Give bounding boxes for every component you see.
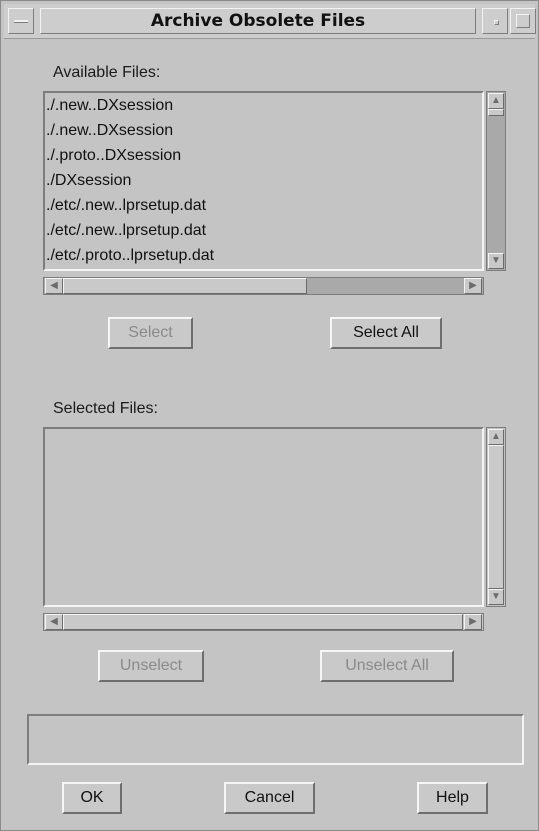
list-item[interactable]: ./etc/.proto..lprsetup.dat (45, 243, 482, 268)
vertical-scroll-thumb[interactable] (488, 109, 504, 116)
horizontal-scroll-thumb[interactable] (63, 278, 307, 294)
selected-horizontal-scrollbar[interactable]: ◀ ▶ (43, 613, 484, 631)
status-message-area (27, 714, 524, 765)
scroll-down-arrow-icon[interactable]: ▼ (488, 589, 504, 605)
selected-files-label: Selected Files: (53, 400, 158, 417)
list-item[interactable]: ./etc/.new..lprsetup.dat (45, 218, 482, 243)
available-vertical-scrollbar[interactable]: ▲ ▼ (486, 91, 506, 271)
selected-vertical-scrollbar[interactable]: ▲ ▼ (486, 427, 506, 607)
list-item[interactable]: ./.new..DXsession (45, 93, 482, 118)
unselect-button[interactable]: Unselect (98, 650, 204, 682)
vertical-scroll-thumb[interactable] (488, 445, 504, 589)
scroll-right-arrow-icon[interactable]: ▶ (464, 614, 482, 630)
window-menu-button[interactable] (8, 8, 34, 34)
window-title: Archive Obsolete Files (40, 8, 476, 34)
list-item[interactable]: ./.new..DXsession (45, 118, 482, 143)
scroll-right-arrow-icon[interactable]: ▶ (464, 278, 482, 294)
select-button[interactable]: Select (108, 317, 193, 349)
selected-files-list[interactable] (43, 427, 484, 607)
select-all-button[interactable]: Select All (330, 317, 442, 349)
horizontal-scroll-thumb[interactable] (63, 614, 463, 630)
scroll-up-arrow-icon[interactable]: ▲ (488, 93, 504, 109)
help-button[interactable]: Help (417, 782, 488, 814)
scroll-left-arrow-icon[interactable]: ◀ (45, 614, 63, 630)
title-bar[interactable]: Archive Obsolete Files (4, 4, 536, 39)
scroll-left-arrow-icon[interactable]: ◀ (45, 278, 63, 294)
available-files-label: Available Files: (53, 64, 161, 81)
available-horizontal-scrollbar[interactable]: ◀ ▶ (43, 277, 484, 295)
scroll-down-arrow-icon[interactable]: ▼ (488, 253, 504, 269)
cancel-button[interactable]: Cancel (224, 782, 315, 814)
maximize-button[interactable] (510, 8, 536, 34)
archive-dialog-window: Archive Obsolete Files Available Files: … (0, 0, 539, 831)
minimize-button[interactable] (482, 8, 508, 34)
list-item[interactable]: ./etc/.new..lprsetup.dat (45, 193, 482, 218)
available-files-list[interactable]: ./.new..DXsession ./.new..DXsession ./.pro… (43, 91, 484, 271)
ok-button[interactable]: OK (62, 782, 122, 814)
list-item[interactable]: ./.proto..DXsession (45, 143, 482, 168)
scroll-up-arrow-icon[interactable]: ▲ (488, 429, 504, 445)
unselect-all-button[interactable]: Unselect All (320, 650, 454, 682)
list-item[interactable]: ./DXsession (45, 168, 482, 193)
